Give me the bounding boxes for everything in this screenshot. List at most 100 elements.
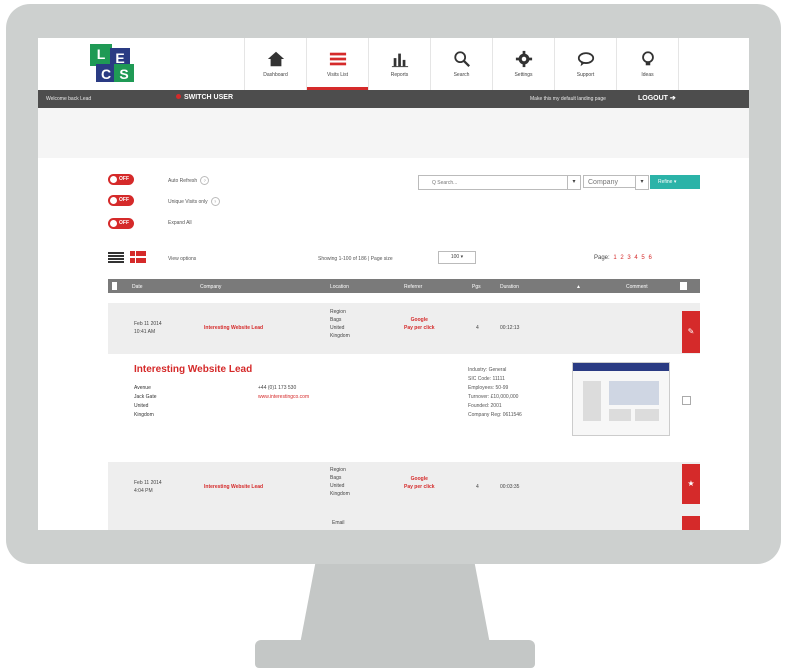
row-pages: 4 xyxy=(476,484,479,490)
view-options-label: View options xyxy=(168,256,197,262)
auto-refresh-option: Auto Refresh? xyxy=(168,176,210,185)
detail-view-icon[interactable] xyxy=(130,251,146,263)
row-checkbox[interactable] xyxy=(682,396,691,405)
row-location: Region Bags United Kingdom xyxy=(330,467,350,497)
thumbnail-block xyxy=(583,381,601,421)
lead-phone: +44 (0)1 173 530 xyxy=(258,385,297,391)
row-action-button[interactable]: ✎ xyxy=(682,311,700,353)
info-turnover: Turnover: £10,000,000 xyxy=(468,394,519,400)
expand-all-label: Expand All xyxy=(168,220,192,226)
nav-support[interactable]: Support xyxy=(554,38,616,90)
user-bar: Welcome back Lead SWITCH USER Make this … xyxy=(38,90,749,108)
page-link[interactable]: 6 xyxy=(648,255,651,261)
table-row-partial: Email xyxy=(108,514,700,530)
select-all-checkbox[interactable] xyxy=(112,282,117,290)
refine-label: Refine xyxy=(658,179,673,185)
lead-company-info: Industry: General SIC Code: 11111 Employ… xyxy=(468,366,522,420)
tag-icon: ✎ xyxy=(687,327,695,336)
row-duration: 00:12:13 xyxy=(500,325,520,331)
thumbnail-block xyxy=(635,409,659,421)
lightbulb-icon xyxy=(641,51,654,66)
columns-icon[interactable] xyxy=(680,282,687,290)
row-location: Region Bags United Kingdom xyxy=(330,309,350,339)
auto-refresh-toggle[interactable]: OFF xyxy=(108,174,134,185)
switch-user-button[interactable]: SWITCH USER xyxy=(176,94,233,101)
column-pages[interactable]: Pgs xyxy=(472,284,481,290)
filter-select[interactable]: Company xyxy=(583,175,637,188)
nav-label: Support xyxy=(576,72,595,78)
page-size-select[interactable]: 100 ▾ xyxy=(438,251,476,264)
row-date: Feb 11 2014 10:41 AM xyxy=(134,321,162,335)
row-company-link[interactable]: Interesting Website Lead xyxy=(204,483,263,491)
row-duration: 00:03:35 xyxy=(500,484,520,490)
lead-title: Interesting Website Lead xyxy=(134,364,253,375)
nav-ideas[interactable]: Ideas xyxy=(616,38,678,90)
nav-items: Dashboard Visits List Reports Search Set… xyxy=(244,38,719,90)
nav-search[interactable]: Search xyxy=(430,38,492,90)
table-row[interactable]: Feb 11 2014 4:04 PM Interesting Website … xyxy=(108,462,700,514)
column-company[interactable]: Company xyxy=(200,284,221,290)
nav-label: Dashboard xyxy=(263,72,288,78)
page-link[interactable]: 2 xyxy=(620,255,623,261)
switch-user-label: SWITCH USER xyxy=(184,94,233,101)
page-link[interactable]: 3 xyxy=(627,255,630,261)
search-dropdown-toggle[interactable]: ▾ xyxy=(567,175,581,190)
row-location: Email xyxy=(332,520,345,526)
page-size-value: 100 xyxy=(450,254,460,260)
filter-dropdown-toggle[interactable]: ▾ xyxy=(635,175,649,190)
row-company-link[interactable]: Interesting Website Lead xyxy=(204,324,263,332)
page-link[interactable]: 5 xyxy=(641,255,644,261)
lead-contact: +44 (0)1 173 530 www.interestingco.com xyxy=(258,384,309,402)
list-view-icon[interactable] xyxy=(108,252,124,263)
row-referrer: Google Pay per click xyxy=(404,317,435,331)
nav-reports[interactable]: Reports xyxy=(368,38,430,90)
nav-dashboard[interactable]: Dashboard xyxy=(244,38,306,90)
info-industry: Industry: General xyxy=(468,367,507,373)
page-link[interactable]: 4 xyxy=(634,255,637,261)
nav-label: Search xyxy=(453,72,470,78)
info-founded: Founded: 2001 xyxy=(468,403,502,409)
row-action-button[interactable] xyxy=(682,516,700,530)
screen: L E C S Dashboard Visits List Reports Se… xyxy=(38,38,749,530)
chevron-down-icon: ▾ xyxy=(460,254,464,260)
nav-label: Settings xyxy=(514,72,533,78)
chat-bubble-icon xyxy=(577,52,594,67)
table-header: Date Company Location Referrer Pgs Durat… xyxy=(108,279,700,293)
logout-button[interactable]: LOGOUT ➔ xyxy=(638,94,676,102)
unique-visits-toggle[interactable]: OFF xyxy=(108,195,134,206)
switch-user-icon xyxy=(176,94,181,99)
help-icon[interactable]: ? xyxy=(200,176,210,185)
column-comment[interactable]: Comment xyxy=(626,284,648,290)
help-icon[interactable]: ? xyxy=(210,197,220,206)
info-employees: Employees: 50-99 xyxy=(468,385,509,391)
unique-visits-label: Unique Visits only xyxy=(168,198,208,205)
top-navigation: L E C S Dashboard Visits List Reports Se… xyxy=(38,38,749,91)
logo: L E C S xyxy=(90,44,144,84)
column-date[interactable]: Date xyxy=(132,284,143,290)
list-icon xyxy=(329,52,346,66)
nav-settings[interactable]: Settings xyxy=(492,38,554,90)
info-sic: SIC Code: 11111 xyxy=(468,376,505,382)
row-action-button[interactable]: ★ xyxy=(682,464,700,504)
logout-label: LOGOUT xyxy=(638,95,668,102)
info-company-reg: Company Reg: 0611546 xyxy=(468,412,522,418)
refine-button[interactable]: Refine ▾ xyxy=(650,175,700,189)
website-thumbnail[interactable] xyxy=(572,362,670,436)
default-page-link[interactable]: Make this my default landing page xyxy=(530,96,606,102)
lead-website-link[interactable]: www.interestingco.com xyxy=(258,393,309,402)
page-link[interactable]: 1 xyxy=(613,255,616,261)
column-duration[interactable]: Duration xyxy=(500,284,519,290)
table-row[interactable]: Feb 11 2014 10:41 AM Interesting Website… xyxy=(108,303,700,354)
monitor-neck xyxy=(300,564,490,644)
nav-label: Reports xyxy=(390,72,409,78)
star-icon: ★ xyxy=(687,479,695,488)
search-input[interactable]: Q Search... xyxy=(418,175,570,190)
user-icon: ▲ xyxy=(576,284,581,290)
expand-all-toggle[interactable]: OFF xyxy=(108,218,134,229)
column-location[interactable]: Location xyxy=(330,284,349,290)
expanded-details: Interesting Website Lead Avenue Jack Gat… xyxy=(108,354,700,462)
column-referrer[interactable]: Referrer xyxy=(404,284,422,290)
nav-visits-list[interactable]: Visits List xyxy=(306,38,368,90)
pagination: Page: 1 2 3 4 5 6 xyxy=(594,255,652,261)
chevron-down-icon: ▾ xyxy=(673,179,677,185)
